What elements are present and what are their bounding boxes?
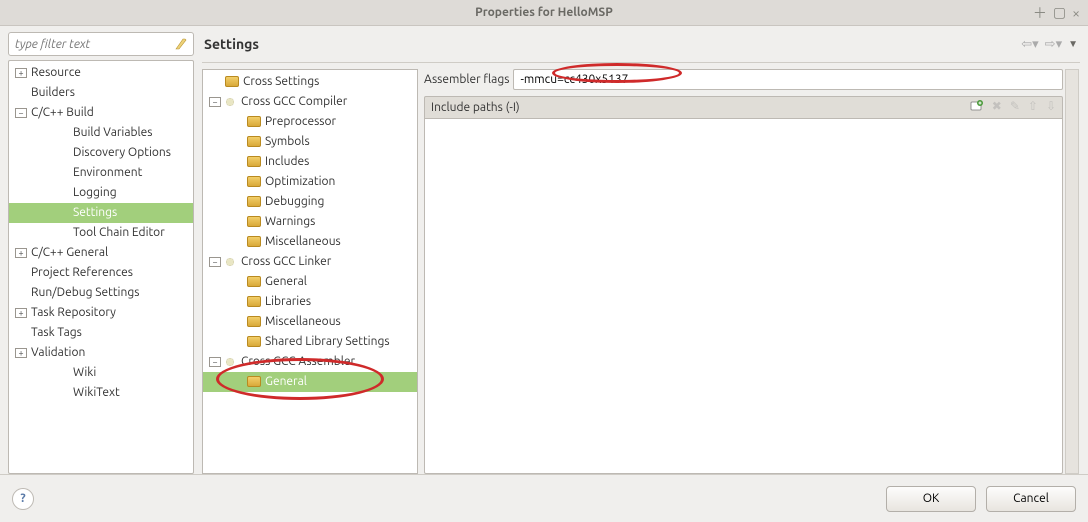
tool-cross-settings[interactable]: Cross Settings: [203, 72, 417, 92]
nav-item-builders[interactable]: Builders: [9, 83, 193, 103]
tool-includes[interactable]: Includes: [203, 152, 417, 172]
history-nav: ⇦▾ ⇨▾ ▼: [1021, 37, 1078, 52]
forward-icon[interactable]: ⇨▾: [1045, 37, 1062, 52]
folder-icon: [247, 116, 261, 127]
folder-icon: [247, 136, 261, 147]
page-heading: Settings: [204, 36, 259, 52]
collapse-icon[interactable]: −: [209, 257, 221, 267]
nav-item-build-vars[interactable]: Build Variables: [9, 123, 193, 143]
include-paths-header: Include paths (-I) ✖ ✎ ⇧ ⇩: [424, 96, 1063, 119]
expand-icon[interactable]: +: [15, 68, 27, 78]
collapse-icon[interactable]: −: [209, 97, 221, 107]
tool-miscellaneous[interactable]: Miscellaneous: [203, 232, 417, 252]
folder-icon: [247, 276, 261, 287]
nav-item-ccpp-build[interactable]: −C/C++ Build: [9, 103, 193, 123]
nav-item-logging[interactable]: Logging: [9, 183, 193, 203]
filter-input[interactable]: [8, 32, 194, 56]
expand-icon[interactable]: +: [15, 348, 27, 358]
ok-button[interactable]: OK: [886, 486, 976, 512]
folder-icon: [247, 196, 261, 207]
assembler-flags-label: Assembler flags: [424, 73, 509, 86]
separator: [202, 62, 1080, 63]
tool-settings-tree[interactable]: Cross Settings −Cross GCC Compiler Prepr…: [202, 69, 418, 474]
tool-linker-libraries[interactable]: Libraries: [203, 292, 417, 312]
add-include-icon[interactable]: [970, 99, 984, 116]
folder-icon: [247, 296, 261, 307]
move-down-icon[interactable]: ⇩: [1046, 99, 1056, 116]
nav-item-ccpp-general[interactable]: +C/C++ General: [9, 243, 193, 263]
back-icon[interactable]: ⇦▾: [1021, 37, 1038, 52]
move-up-icon[interactable]: ⇧: [1028, 99, 1038, 116]
nav-item-environment[interactable]: Environment: [9, 163, 193, 183]
nav-item-task-repo[interactable]: +Task Repository: [9, 303, 193, 323]
expand-icon[interactable]: +: [15, 308, 27, 318]
nav-item-discovery[interactable]: Discovery Options: [9, 143, 193, 163]
nav-item-proj-refs[interactable]: Project References: [9, 263, 193, 283]
nav-item-validation[interactable]: +Validation: [9, 343, 193, 363]
folder-icon: [247, 236, 261, 247]
filter-wrap: [8, 32, 194, 56]
tool-gcc-assembler[interactable]: −Cross GCC Assembler: [203, 352, 417, 372]
tool-preprocessor[interactable]: Preprocessor: [203, 112, 417, 132]
titlebar: Properties for HelloMSP ＋ ▢ ×: [0, 0, 1088, 26]
tool-linker-general[interactable]: General: [203, 272, 417, 292]
folder-icon: [247, 376, 261, 387]
folder-icon: [225, 76, 239, 87]
tool-optimization[interactable]: Optimization: [203, 172, 417, 192]
include-paths-list[interactable]: [424, 119, 1063, 474]
tool-icon: [223, 256, 237, 268]
left-nav-tree[interactable]: +Resource Builders −C/C++ Build Build Va…: [8, 60, 194, 474]
tool-gcc-linker[interactable]: −Cross GCC Linker: [203, 252, 417, 272]
tool-icon: [223, 96, 237, 108]
folder-icon: [247, 156, 261, 167]
right-pane: Settings ⇦▾ ⇨▾ ▼ Cross Settings −Cross G…: [202, 32, 1080, 474]
tool-debugging[interactable]: Debugging: [203, 192, 417, 212]
nav-item-toolchain[interactable]: Tool Chain Editor: [9, 223, 193, 243]
minimize-icon[interactable]: ＋: [1033, 3, 1047, 23]
assembler-flags-row: Assembler flags: [424, 69, 1063, 90]
tool-icon: [223, 356, 237, 368]
assembler-flags-input[interactable]: [513, 69, 1063, 90]
help-button[interactable]: ?: [12, 488, 34, 510]
delete-include-icon[interactable]: ✖: [992, 99, 1002, 116]
collapse-icon[interactable]: −: [15, 108, 27, 118]
folder-icon: [247, 176, 261, 187]
nav-item-settings[interactable]: Settings: [9, 203, 193, 223]
clear-filter-icon[interactable]: [172, 35, 190, 53]
folder-icon: [247, 216, 261, 227]
edit-include-icon[interactable]: ✎: [1010, 99, 1020, 116]
tool-gcc-compiler[interactable]: −Cross GCC Compiler: [203, 92, 417, 112]
tool-warnings[interactable]: Warnings: [203, 212, 417, 232]
tool-symbols[interactable]: Symbols: [203, 132, 417, 152]
include-paths-label: Include paths (-I): [431, 101, 520, 114]
vertical-scrollbar[interactable]: [1065, 69, 1079, 474]
collapse-icon[interactable]: −: [209, 357, 221, 367]
nav-item-rundebug[interactable]: Run/Debug Settings: [9, 283, 193, 303]
nav-item-wikitext[interactable]: WikiText: [9, 383, 193, 403]
expand-icon[interactable]: +: [15, 248, 27, 258]
nav-item-resource[interactable]: +Resource: [9, 63, 193, 83]
maximize-icon[interactable]: ▢: [1053, 4, 1066, 21]
tool-linker-misc[interactable]: Miscellaneous: [203, 312, 417, 332]
close-icon[interactable]: ×: [1072, 5, 1080, 21]
view-menu-icon[interactable]: ▼: [1068, 38, 1078, 50]
window-controls: ＋ ▢ ×: [1033, 0, 1080, 25]
nav-item-task-tags[interactable]: Task Tags: [9, 323, 193, 343]
window-title: Properties for HelloMSP: [475, 6, 613, 19]
tool-linker-shared[interactable]: Shared Library Settings: [203, 332, 417, 352]
folder-icon: [247, 336, 261, 347]
cancel-button[interactable]: Cancel: [986, 486, 1076, 512]
tool-assembler-general[interactable]: General: [203, 372, 417, 392]
nav-item-wiki[interactable]: Wiki: [9, 363, 193, 383]
folder-icon: [247, 316, 261, 327]
